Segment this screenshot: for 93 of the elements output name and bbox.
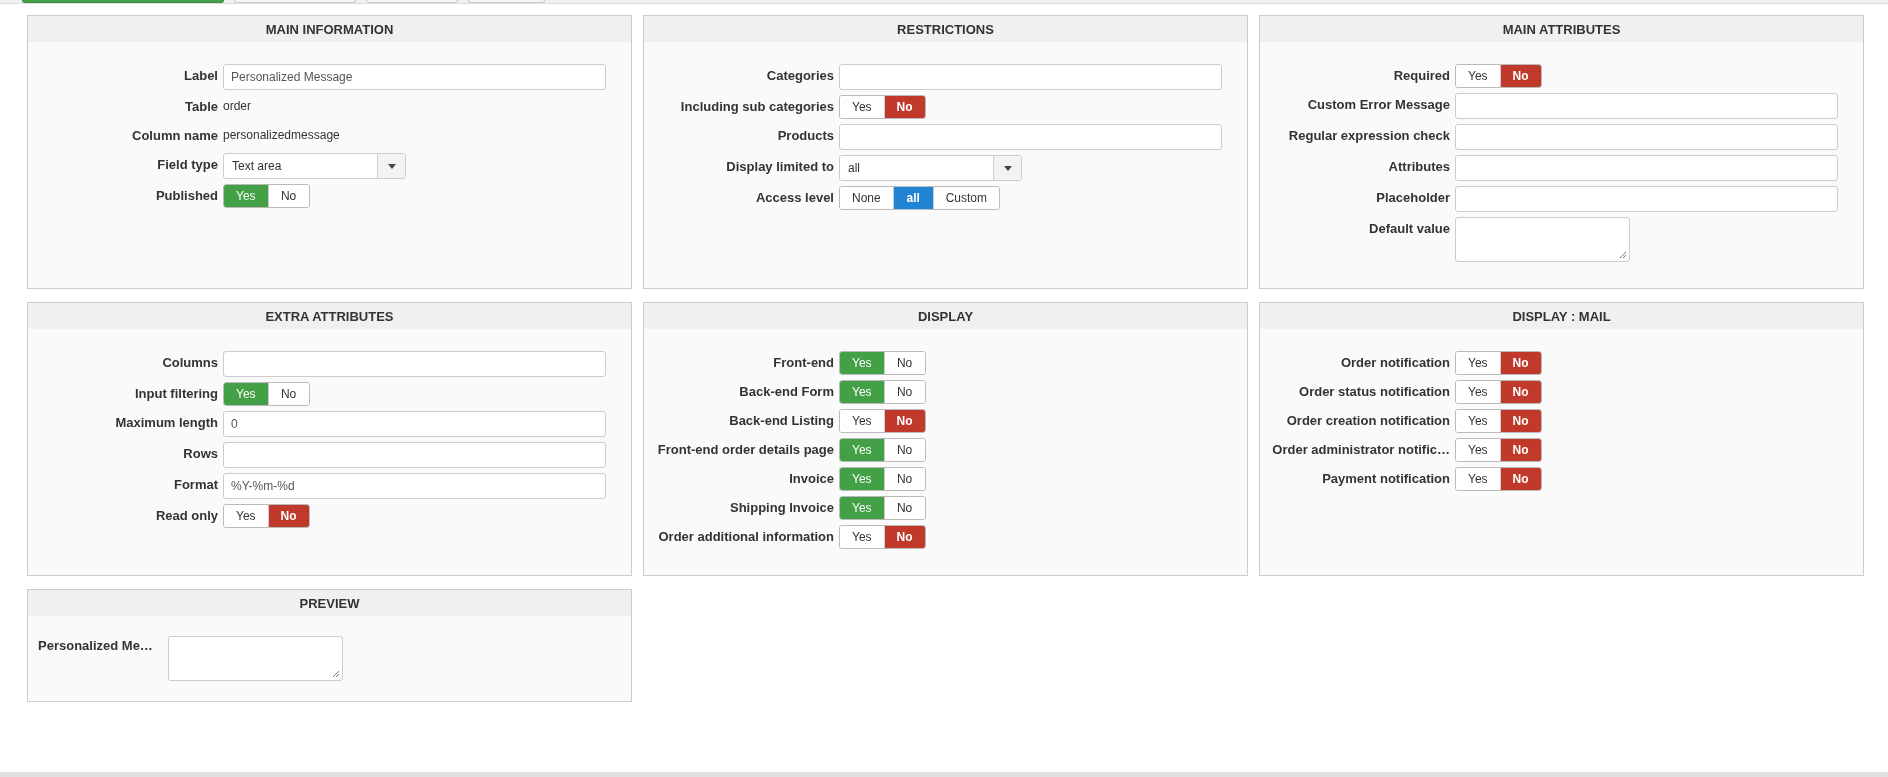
toggle-option[interactable]: Yes bbox=[1456, 65, 1501, 87]
toggle-option[interactable]: No bbox=[268, 383, 309, 405]
field-label: Format bbox=[172, 476, 218, 492]
toggle-option[interactable]: No bbox=[884, 526, 925, 548]
field-label: Published bbox=[154, 187, 218, 203]
toggle-option[interactable]: Yes bbox=[1456, 439, 1501, 461]
field-value: personalizedmessage bbox=[223, 127, 340, 142]
textarea-field[interactable] bbox=[168, 636, 343, 681]
toggle-option[interactable]: Yes bbox=[224, 505, 269, 527]
field-label: Payment notification bbox=[1321, 470, 1450, 486]
panel-title: MAIN ATTRIBUTES bbox=[1502, 21, 1621, 37]
toggle-option[interactable]: No bbox=[1500, 410, 1541, 432]
field-label: Including sub categories bbox=[679, 98, 834, 114]
toggle-option[interactable]: Yes bbox=[840, 410, 885, 432]
field-label: Categories bbox=[765, 67, 834, 83]
field-value: order bbox=[223, 98, 251, 113]
toggle-option[interactable]: None bbox=[840, 187, 894, 209]
text-field[interactable] bbox=[1455, 155, 1838, 181]
toggle-option[interactable]: No bbox=[268, 185, 309, 207]
toggle-option[interactable]: Yes bbox=[1456, 410, 1501, 432]
text-field[interactable]: %Y-%m-%d bbox=[223, 473, 606, 499]
field-label: Custom Error Message bbox=[1306, 96, 1450, 112]
field-label: Rows bbox=[182, 445, 218, 461]
toggle-option[interactable]: Yes bbox=[1456, 381, 1501, 403]
panel-title: RESTRICTIONS bbox=[897, 21, 994, 37]
field-label: Label bbox=[183, 67, 218, 83]
panel-title: DISPLAY bbox=[917, 308, 974, 324]
field-label: Column name bbox=[131, 127, 218, 143]
toggle-option[interactable]: No bbox=[268, 505, 309, 527]
field-label: Required bbox=[1392, 67, 1450, 83]
toggle-option[interactable]: No bbox=[1500, 439, 1541, 461]
field-label: Order administrator notific… bbox=[1271, 441, 1450, 457]
field-label: Maximum length bbox=[114, 414, 218, 430]
toggle-option[interactable]: Yes bbox=[840, 526, 885, 548]
toggle-option[interactable]: No bbox=[884, 410, 925, 432]
text-field[interactable] bbox=[1455, 186, 1838, 212]
select-dropdown[interactable]: all bbox=[839, 155, 1022, 181]
text-field[interactable] bbox=[1455, 93, 1838, 119]
panel-title: PREVIEW bbox=[299, 595, 360, 611]
field-label: Read only bbox=[154, 507, 218, 523]
caret-icon bbox=[1003, 165, 1012, 171]
toggle-option[interactable]: No bbox=[884, 381, 925, 403]
field-label: Back-end Form bbox=[738, 383, 834, 399]
toggle-option[interactable]: No bbox=[1500, 468, 1541, 490]
field-label: Invoice bbox=[788, 470, 834, 486]
toggle-option[interactable]: No bbox=[884, 439, 925, 461]
field-label: Front-end bbox=[772, 354, 834, 370]
field-label: Back-end Listing bbox=[728, 412, 834, 428]
text-field[interactable]: Personalized Message bbox=[223, 64, 606, 90]
field-label: Order creation notification bbox=[1285, 412, 1450, 428]
field-label: Order status notification bbox=[1298, 383, 1450, 399]
field-label: Shipping Invoice bbox=[729, 499, 834, 515]
toggle-option[interactable]: all bbox=[893, 187, 934, 209]
field-label: Front-end order details page bbox=[656, 441, 834, 457]
field-label: Display limited to bbox=[725, 158, 834, 174]
text-field[interactable] bbox=[1455, 124, 1838, 150]
field-label: Input filtering bbox=[133, 385, 218, 401]
field-label: Table bbox=[184, 98, 218, 114]
text-field[interactable] bbox=[839, 64, 1222, 90]
panel-title: MAIN INFORMATION bbox=[265, 21, 394, 37]
text-field[interactable]: 0 bbox=[223, 411, 606, 437]
field-label: Products bbox=[776, 127, 834, 143]
toggle-option[interactable]: No bbox=[1500, 381, 1541, 403]
toggle-option[interactable]: Yes bbox=[1456, 468, 1501, 490]
toggle-option[interactable]: No bbox=[884, 352, 925, 374]
toggle-option[interactable]: Yes bbox=[840, 96, 885, 118]
panel-title: EXTRA ATTRIBUTES bbox=[265, 308, 394, 324]
field-label: Order additional information bbox=[657, 528, 834, 544]
text-field[interactable] bbox=[223, 351, 606, 377]
field-label: Field type bbox=[156, 156, 218, 172]
field-label: Placeholder bbox=[1375, 189, 1450, 205]
toggle-option[interactable]: No bbox=[884, 497, 925, 519]
select-dropdown[interactable]: Text area bbox=[223, 153, 406, 179]
toggle-option[interactable]: Yes bbox=[1456, 352, 1501, 374]
field-label: Access level bbox=[754, 189, 834, 205]
textarea-field[interactable] bbox=[1455, 217, 1630, 262]
field-label: Attributes bbox=[1387, 158, 1450, 174]
text-field[interactable] bbox=[223, 442, 606, 468]
toggle-option[interactable]: No bbox=[884, 468, 925, 490]
toggle-option[interactable]: No bbox=[884, 96, 925, 118]
caret-icon bbox=[387, 163, 396, 169]
panel-title: DISPLAY : MAIL bbox=[1512, 308, 1611, 324]
toggle-option[interactable]: No bbox=[1500, 65, 1541, 87]
resize-grip-icon[interactable] bbox=[1619, 251, 1627, 259]
field-label: Columns bbox=[161, 354, 218, 370]
field-label: Default value bbox=[1368, 220, 1450, 236]
field-label: Personalized Me… bbox=[37, 637, 154, 653]
field-label: Order notification bbox=[1339, 354, 1450, 370]
text-field[interactable] bbox=[839, 124, 1222, 150]
field-label: Regular expression check bbox=[1287, 127, 1450, 143]
resize-grip-icon[interactable] bbox=[332, 670, 340, 678]
toggle-option[interactable]: No bbox=[1500, 352, 1541, 374]
toggle-option[interactable]: Custom bbox=[933, 187, 1000, 209]
